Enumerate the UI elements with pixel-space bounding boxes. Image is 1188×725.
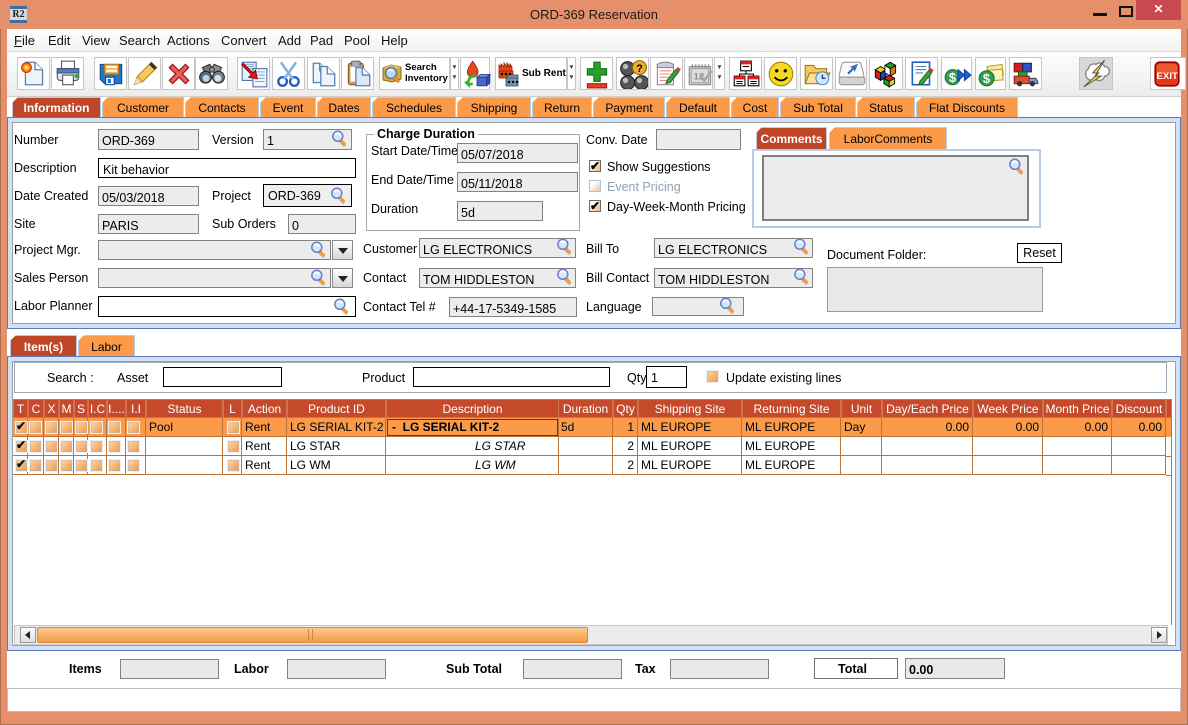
svg-text:$: $ bbox=[983, 71, 990, 86]
svg-text:?: ? bbox=[636, 63, 643, 75]
svg-text:EXIT: EXIT bbox=[1157, 71, 1179, 82]
svg-text:$: $ bbox=[949, 70, 956, 85]
